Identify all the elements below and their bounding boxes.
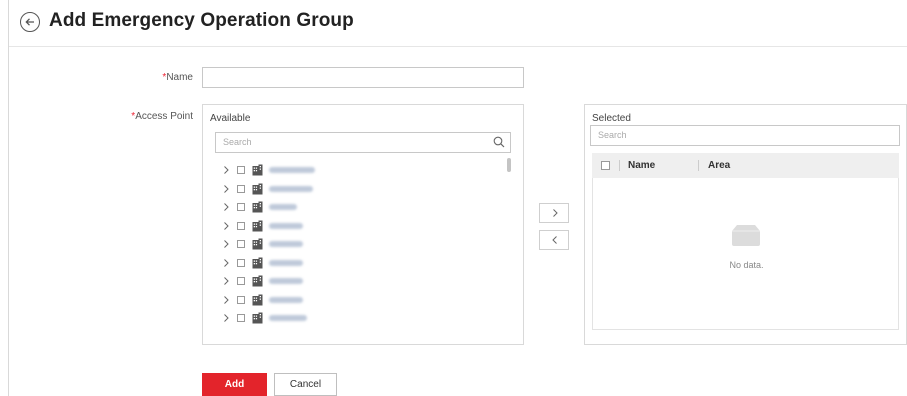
chevron-right-icon[interactable] — [221, 184, 231, 194]
tree-item-label-redacted — [269, 185, 313, 192]
back-button[interactable] — [20, 12, 40, 32]
arrow-left-icon — [25, 18, 34, 26]
chevron-right-icon[interactable] — [221, 165, 231, 175]
column-divider — [698, 160, 699, 171]
chevron-right-icon[interactable] — [221, 239, 231, 249]
chevron-right-icon[interactable] — [221, 221, 231, 231]
column-divider — [619, 160, 620, 171]
tree-item[interactable] — [221, 311, 307, 325]
page-title: Add Emergency Operation Group — [49, 10, 354, 31]
access-point-label: *Access Point — [131, 111, 193, 122]
move-right-button[interactable] — [539, 203, 569, 223]
tree-item-label-redacted — [269, 241, 303, 247]
tree-item-label-redacted — [269, 167, 315, 173]
name-label: *Name — [162, 72, 193, 83]
add-button[interactable]: Add — [202, 373, 267, 396]
tree-item-checkbox[interactable] — [237, 203, 245, 211]
empty-text: No data. — [729, 260, 764, 270]
selected-search-placeholder: Search — [598, 130, 627, 140]
building-icon — [252, 220, 263, 231]
tree-item-checkbox[interactable] — [237, 314, 245, 322]
tree-item-label-redacted — [269, 259, 303, 266]
column-header-area[interactable]: Area — [708, 160, 730, 171]
building-icon — [252, 275, 263, 287]
tree-item-label-redacted — [269, 278, 303, 284]
building-icon — [252, 238, 263, 250]
tree-item-label-redacted — [269, 315, 307, 321]
building-icon — [252, 257, 263, 268]
tree-item-checkbox[interactable] — [237, 221, 245, 230]
select-all-checkbox[interactable] — [601, 161, 610, 170]
chevron-right-icon[interactable] — [221, 313, 231, 323]
chevron-right-icon[interactable] — [221, 202, 231, 212]
available-title: Available — [210, 113, 251, 124]
page-border — [8, 0, 9, 396]
chevron-right-icon — [553, 209, 558, 217]
column-header-name[interactable]: Name — [628, 160, 655, 171]
search-icon[interactable] — [493, 136, 505, 148]
name-input[interactable] — [202, 67, 524, 88]
building-icon — [252, 201, 263, 213]
tree-item-checkbox[interactable] — [237, 258, 245, 267]
selected-search-input[interactable]: Search — [590, 125, 900, 146]
selected-title: Selected — [592, 113, 631, 124]
tree-item[interactable] — [221, 219, 303, 233]
chevron-right-icon[interactable] — [221, 276, 231, 286]
tree-scrollbar[interactable] — [507, 158, 511, 172]
building-icon — [252, 294, 263, 305]
move-left-button[interactable] — [539, 230, 569, 250]
selected-table-body: No data. — [592, 178, 899, 330]
tree-item[interactable] — [221, 200, 297, 214]
tree-item-checkbox[interactable] — [237, 240, 245, 248]
tree-item[interactable] — [221, 274, 303, 288]
tree-item-checkbox[interactable] — [237, 295, 245, 304]
tree-item-checkbox[interactable] — [237, 277, 245, 285]
selected-table-header: Name Area — [592, 153, 899, 178]
tree-item[interactable] — [221, 293, 303, 307]
empty-box-icon — [732, 225, 760, 246]
building-icon — [252, 312, 263, 324]
chevron-left-icon — [552, 236, 557, 244]
tree-item[interactable] — [221, 163, 315, 177]
tree-item[interactable] — [221, 256, 303, 270]
tree-item-label-redacted — [269, 296, 303, 303]
chevron-right-icon[interactable] — [221, 258, 231, 268]
page-header: Add Emergency Operation Group — [9, 0, 907, 47]
available-search-placeholder: Search — [223, 137, 252, 147]
tree-item[interactable] — [221, 237, 303, 251]
tree-item-checkbox[interactable] — [237, 184, 245, 193]
chevron-right-icon[interactable] — [221, 295, 231, 305]
tree-item[interactable] — [221, 182, 313, 196]
cancel-button[interactable]: Cancel — [274, 373, 337, 396]
tree-item-label-redacted — [269, 204, 297, 210]
tree-item-label-redacted — [269, 222, 303, 229]
available-search-input[interactable]: Search — [215, 132, 511, 153]
building-icon — [252, 183, 263, 194]
building-icon — [252, 164, 263, 176]
tree-item-checkbox[interactable] — [237, 166, 245, 174]
